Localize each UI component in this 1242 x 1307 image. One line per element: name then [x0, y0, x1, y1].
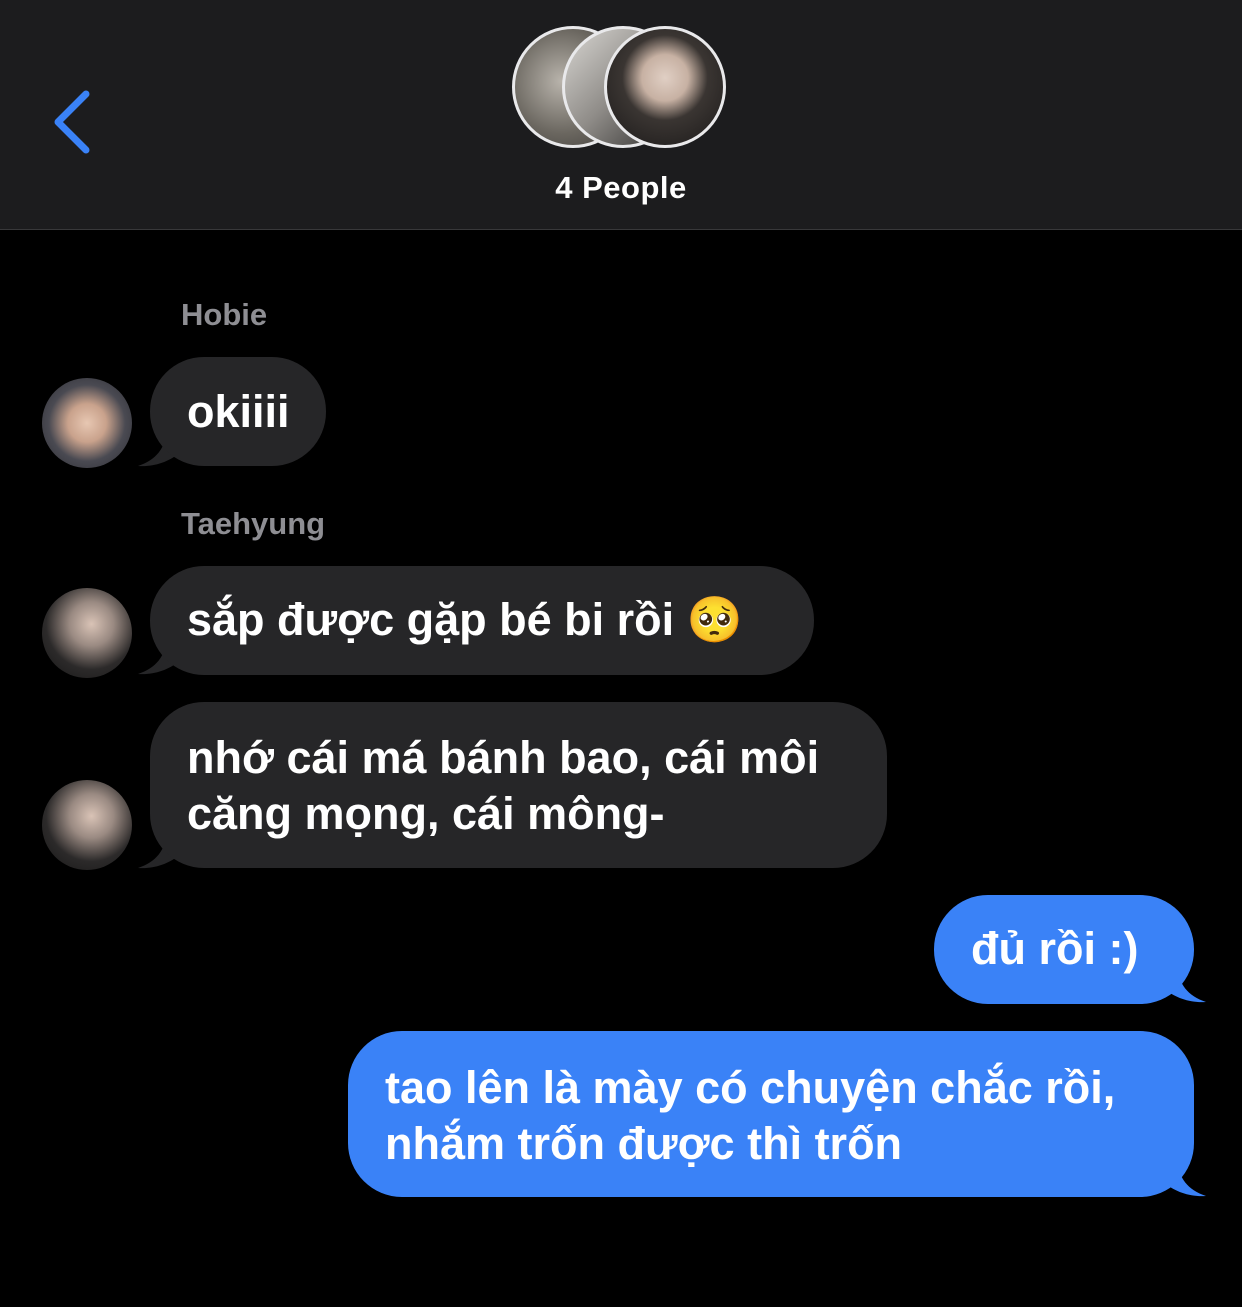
message-text: tao lên là mày có chuyện chắc rồi, nhắm … — [385, 1062, 1116, 1169]
chevron-left-icon — [54, 90, 90, 154]
chat-header: 4 People — [0, 0, 1242, 230]
message-bubble[interactable]: nhớ cái má bánh bao, cái môi căng mọng, … — [150, 702, 887, 868]
avatar[interactable] — [42, 780, 132, 870]
sender-name: Taehyung — [181, 506, 326, 541]
message-bubble[interactable]: okiiii — [150, 357, 326, 466]
avatar[interactable] — [42, 378, 132, 468]
group-avatar-stack[interactable] — [512, 26, 732, 154]
message-text: đủ rồi :) — [971, 923, 1139, 974]
message-text: sắp được gặp bé bi rồi 🥺 — [187, 594, 743, 645]
group-member-avatar — [604, 26, 726, 148]
message-bubble[interactable]: sắp được gặp bé bi rồi 🥺 — [150, 566, 814, 675]
avatar[interactable] — [42, 588, 132, 678]
message-text: nhớ cái má bánh bao, cái môi căng mọng, … — [187, 732, 820, 839]
back-button[interactable] — [40, 84, 104, 160]
message-text: okiiii — [187, 386, 290, 437]
message-bubble[interactable]: đủ rồi :) — [934, 895, 1194, 1004]
conversation-title[interactable]: 4 People — [0, 170, 1242, 206]
sender-name: Hobie — [181, 297, 268, 332]
message-bubble[interactable]: tao lên là mày có chuyện chắc rồi, nhắm … — [348, 1031, 1194, 1197]
